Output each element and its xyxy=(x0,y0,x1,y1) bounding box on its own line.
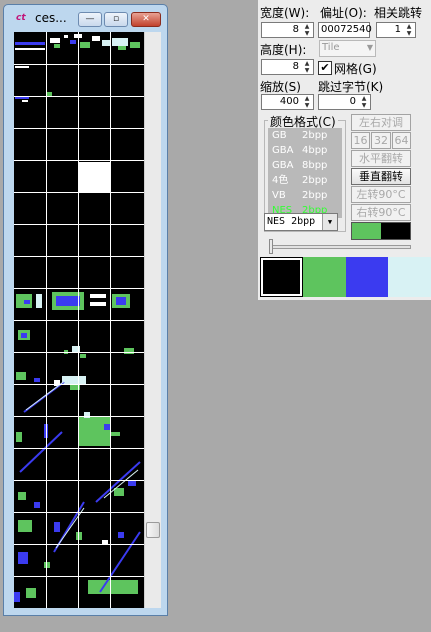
chevron-down-icon: ▼ xyxy=(366,43,373,52)
format-item-4color[interactable]: 4色 2bpp xyxy=(268,173,342,188)
zoom-label: 缩放(S) xyxy=(260,80,301,94)
minimize-button[interactable]: — xyxy=(78,12,102,27)
jump-value: 1 xyxy=(394,24,401,35)
offset-input[interactable]: 00072540 xyxy=(318,22,372,38)
foreground-color-swatch[interactable] xyxy=(352,223,381,239)
jump-stepper-arrows[interactable]: ▲ ▼ xyxy=(404,23,414,37)
format-bpp: 2bpp xyxy=(302,130,328,141)
rotate-left-button[interactable]: 左转90°C xyxy=(351,186,411,203)
skip-bytes-stepper-arrows[interactable]: ▲ ▼ xyxy=(359,95,369,109)
mirror-lr-button[interactable]: 左右对调 xyxy=(351,114,411,131)
width-label: 宽度(W): xyxy=(260,6,310,20)
format-bpp: 8bpp xyxy=(302,160,328,171)
close-button[interactable]: ✕ xyxy=(131,12,161,27)
format-name: GBA xyxy=(272,160,294,171)
tile-viewer-window: ct ces... — ▫ ✕ xyxy=(3,4,168,616)
format-item-gba8[interactable]: GBA 8bpp xyxy=(268,158,342,173)
jump-label: 相关跳转 xyxy=(374,6,423,20)
flip-vertical-button[interactable]: 垂直翻转 xyxy=(351,168,411,185)
size-16-button[interactable]: 16 xyxy=(351,132,370,149)
chevron-down-icon[interactable]: ▼ xyxy=(322,214,337,230)
format-bpp: 2bpp xyxy=(302,175,328,186)
palette-color-1[interactable] xyxy=(302,257,346,297)
palette-bar[interactable] xyxy=(260,257,431,299)
zoom-value: 400 xyxy=(279,96,299,107)
palette-color-0[interactable] xyxy=(260,257,303,297)
background-color-swatch[interactable] xyxy=(381,223,410,239)
height-stepper-arrows[interactable]: ▲ ▼ xyxy=(302,60,312,74)
tile-mode-value: Tile xyxy=(322,42,340,53)
zoom-stepper-arrows[interactable]: ▲ ▼ xyxy=(302,95,312,109)
preview-area xyxy=(258,300,431,632)
width-stepper-arrows[interactable]: ▲ ▼ xyxy=(302,23,312,37)
size-32-button[interactable]: 32 xyxy=(371,132,391,149)
tile-mode-select[interactable]: Tile ▼ xyxy=(319,40,376,57)
color-format-list[interactable]: GB 2bpp GBA 4bpp GBA 8bpp 4色 2bpp VB 2bpp NES… xyxy=(268,128,342,218)
grid-label[interactable]: 网格(G) xyxy=(334,60,377,77)
format-bpp: 2bpp xyxy=(302,190,328,201)
rotate-right-button[interactable]: 右转90°C xyxy=(351,204,411,221)
window-title: ces... xyxy=(35,11,67,25)
format-name: GBA xyxy=(272,145,294,156)
palette-color-2[interactable] xyxy=(345,257,389,297)
scrollbar-thumb[interactable] xyxy=(146,522,160,538)
format-item-vb[interactable]: VB 2bpp xyxy=(268,188,342,203)
selected-colors[interactable] xyxy=(351,222,411,240)
height-label: 高度(H): xyxy=(260,43,307,57)
app-icon: ct xyxy=(16,13,26,23)
format-item-gb[interactable]: GB 2bpp xyxy=(268,128,342,143)
flip-horizontal-button[interactable]: 水平翻转 xyxy=(351,150,411,167)
size-64-button[interactable]: 64 xyxy=(392,132,411,149)
color-format-select[interactable]: NES 2bpp ▼ xyxy=(264,213,338,231)
palette-color-3[interactable] xyxy=(388,257,431,297)
skip-bytes-label: 跳过字节(K) xyxy=(318,80,384,94)
height-value: 8 xyxy=(292,61,299,72)
grid-checkbox[interactable]: ✔ xyxy=(318,61,332,75)
vertical-scrollbar[interactable] xyxy=(144,32,161,608)
offset-label: 偏址(O): xyxy=(320,6,367,20)
tile-graphics xyxy=(14,32,144,608)
slider-track[interactable] xyxy=(270,245,411,249)
skip-bytes-value: 0 xyxy=(349,96,356,107)
format-name: VB xyxy=(272,190,286,201)
format-name: 4色 xyxy=(272,175,289,186)
maximize-button[interactable]: ▫ xyxy=(104,12,128,27)
format-name: GB xyxy=(272,130,287,141)
color-format-select-value: NES 2bpp xyxy=(267,216,316,227)
width-value: 8 xyxy=(292,24,299,35)
title-bar[interactable]: ct ces... — ▫ ✕ xyxy=(4,5,167,31)
format-bpp: 4bpp xyxy=(302,145,328,156)
format-item-gba4[interactable]: GBA 4bpp xyxy=(268,143,342,158)
tile-canvas[interactable] xyxy=(14,32,144,608)
slider-thumb[interactable] xyxy=(269,239,273,254)
